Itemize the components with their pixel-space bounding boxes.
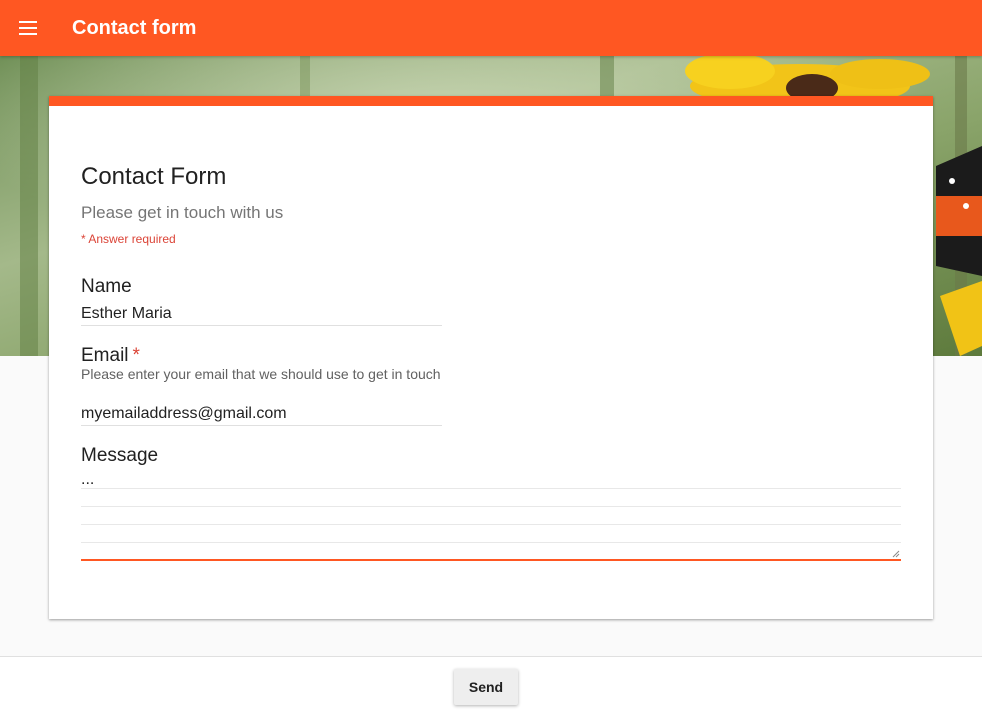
name-label: Name: [81, 276, 132, 297]
email-input[interactable]: [81, 402, 442, 426]
required-note: * Answer required: [81, 232, 176, 246]
message-field: [81, 471, 901, 561]
footer-bar: Send: [0, 657, 982, 716]
message-textarea[interactable]: [81, 471, 901, 559]
form-title: Contact Form: [81, 163, 227, 190]
name-input[interactable]: [81, 302, 442, 326]
required-marker: *: [132, 345, 140, 366]
menu-icon: [19, 21, 37, 35]
email-help-text: Please enter your email that we should u…: [81, 366, 441, 382]
email-label-row: Email *: [81, 345, 140, 367]
resize-handle-icon[interactable]: [892, 550, 900, 558]
email-label: Email: [81, 345, 129, 366]
app-bar: Contact form: [0, 0, 982, 56]
app-title: Contact form: [72, 16, 197, 39]
menu-button[interactable]: [0, 0, 56, 56]
form-card: Contact Form Please get in touch with us…: [49, 96, 933, 619]
message-label: Message: [81, 445, 159, 466]
send-button[interactable]: Send: [454, 669, 518, 705]
form-description: Please get in touch with us: [81, 203, 284, 222]
